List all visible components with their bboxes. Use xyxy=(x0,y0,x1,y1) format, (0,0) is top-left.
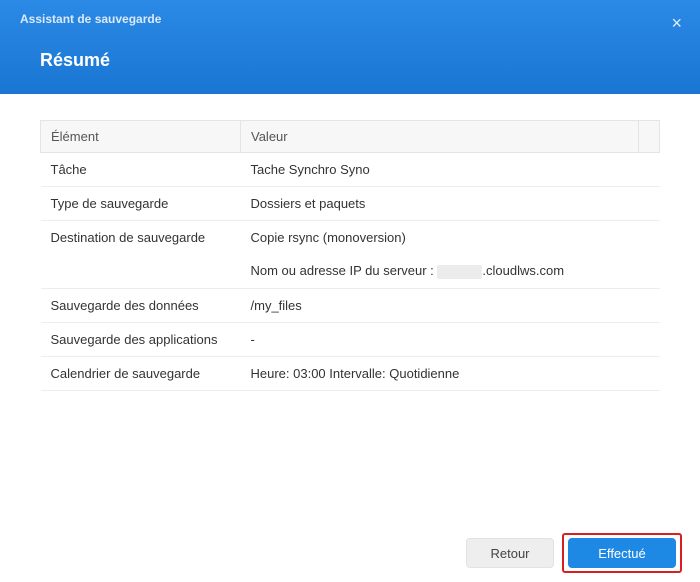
summary-table: Élément Valeur Tâche Tache Synchro Syno … xyxy=(40,120,660,391)
row-label: Type de sauvegarde xyxy=(41,187,241,221)
table-row: Calendrier de sauvegarde Heure: 03:00 In… xyxy=(41,356,660,390)
table-row: Sauvegarde des applications - xyxy=(41,322,660,356)
row-value: Dossiers et paquets xyxy=(241,187,660,221)
col-spacer xyxy=(639,121,660,153)
row-label: Tâche xyxy=(41,153,241,187)
col-element: Élément xyxy=(41,121,241,153)
close-icon[interactable]: × xyxy=(671,14,682,32)
server-prefix: Nom ou adresse IP du serveur : xyxy=(251,263,438,278)
dialog-subtitle: Résumé xyxy=(40,50,680,71)
back-button[interactable]: Retour xyxy=(466,538,554,568)
col-value: Valeur xyxy=(241,121,639,153)
done-button[interactable]: Effectué xyxy=(568,538,676,568)
dialog-title: Assistant de sauvegarde xyxy=(20,12,680,26)
row-label: Sauvegarde des données xyxy=(41,288,241,322)
dialog-content: Élément Valeur Tâche Tache Synchro Syno … xyxy=(0,94,700,524)
row-value: Copie rsync (monoversion) xyxy=(241,221,660,255)
table-header-row: Élément Valeur xyxy=(41,121,660,153)
redacted-block xyxy=(437,265,482,279)
table-row: Sauvegarde des données /my_files xyxy=(41,288,660,322)
server-suffix: .cloudlws.com xyxy=(482,263,564,278)
row-value: Heure: 03:00 Intervalle: Quotidienne xyxy=(241,356,660,390)
table-row: Destination de sauvegarde Copie rsync (m… xyxy=(41,221,660,255)
dialog-footer: Retour Effectué xyxy=(0,524,700,582)
row-label: Sauvegarde des applications xyxy=(41,322,241,356)
dialog-header: Assistant de sauvegarde Résumé × xyxy=(0,0,700,94)
done-button-highlight: Effectué xyxy=(562,533,682,573)
row-value: /my_files xyxy=(241,288,660,322)
table-row: Tâche Tache Synchro Syno xyxy=(41,153,660,187)
table-row: Type de sauvegarde Dossiers et paquets xyxy=(41,187,660,221)
row-label: Calendrier de sauvegarde xyxy=(41,356,241,390)
row-value: - xyxy=(241,322,660,356)
row-label: Destination de sauvegarde xyxy=(41,221,241,289)
row-value-server: Nom ou adresse IP du serveur : .cloudlws… xyxy=(241,254,660,288)
row-value: Tache Synchro Syno xyxy=(241,153,660,187)
